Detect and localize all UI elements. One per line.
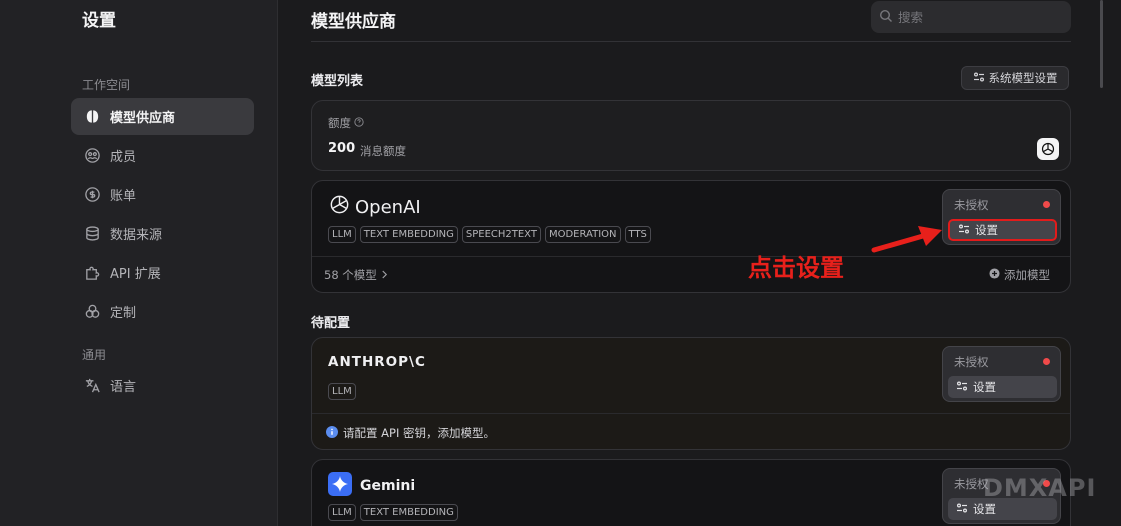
sidebar-item-model-providers[interactable]: 模型供应商 <box>71 98 254 135</box>
config-note: 请配置 API 密钥，添加模型。 <box>326 425 495 441</box>
provider-card-anthropic: ANTHROP\C LLM 未授权 设置 请配置 API 密钥，添加模型。 <box>311 337 1071 450</box>
tag-list: LLM TEXT EMBEDDING SPEECH2TEXT MODERATIO… <box>328 226 651 243</box>
sidebar-item-label: 定制 <box>110 306 137 321</box>
quota-label: 额度 <box>328 115 364 131</box>
quota-label-text: 额度 <box>328 116 351 130</box>
status-dot <box>1043 201 1050 208</box>
search-box[interactable] <box>871 1 1071 33</box>
tag: SPEECH2TEXT <box>461 226 541 243</box>
anthropic-logo: ANTHROP\C <box>328 354 426 370</box>
config-note-text: 请配置 API 密钥，添加模型。 <box>343 426 496 440</box>
plus-circle-icon <box>989 268 1000 282</box>
pending-title: 待配置 <box>311 316 351 331</box>
auth-status-box: 未授权 设置 <box>942 346 1061 402</box>
auth-status-label: 未授权 <box>954 355 989 369</box>
settings-sliders-icon <box>958 223 970 238</box>
sidebar-item-api-extension[interactable]: API 扩展 <box>71 254 254 291</box>
settings-sliders-icon <box>956 502 968 517</box>
tag: TEXT EMBEDDING <box>359 226 458 243</box>
settings-sliders-icon <box>973 71 985 86</box>
sidebar-item-billing[interactable]: 账单 <box>71 176 254 213</box>
sidebar-item-customize[interactable]: 定制 <box>71 293 254 330</box>
system-model-settings-label: 系统模型设置 <box>988 71 1058 85</box>
system-model-settings-button[interactable]: 系统模型设置 <box>961 66 1069 90</box>
sidebar-item-label: 数据来源 <box>110 228 163 243</box>
billing-icon <box>83 186 101 204</box>
database-icon <box>83 225 101 243</box>
sidebar: 设置 工作空间 模型供应商 成员 账单 数据来源 API 扩展 定制 通用 语言 <box>0 0 278 526</box>
sidebar-item-language[interactable]: 语言 <box>71 367 254 404</box>
tag-list: LLM <box>328 383 356 400</box>
tag-list: LLM TEXT EMBEDDING <box>328 504 458 521</box>
info-icon <box>326 425 338 441</box>
tag: LLM <box>328 504 356 521</box>
openai-logo-icon <box>328 193 351 221</box>
settings-button-label: 设置 <box>973 502 996 516</box>
provider-name: OpenAI <box>328 193 421 221</box>
page-title: 模型供应商 <box>311 12 396 32</box>
provider-name-text: Gemini <box>360 478 416 494</box>
search-input[interactable] <box>898 9 1058 25</box>
quota-value: 200 <box>328 141 356 156</box>
quota-card: 额度 200 消息额度 <box>311 100 1071 171</box>
settings-button-label: 设置 <box>973 380 996 394</box>
settings-button[interactable]: 设置 <box>948 219 1057 241</box>
watermark: DMXAPI <box>983 474 1097 502</box>
puzzle-icon <box>83 264 101 282</box>
divider <box>312 256 1070 257</box>
divider <box>311 41 1071 42</box>
sidebar-title: 设置 <box>82 11 116 31</box>
gemini-logo-icon <box>328 472 352 500</box>
customize-icon <box>83 303 101 321</box>
provider-name: Gemini <box>328 472 415 500</box>
quota-unit: 消息额度 <box>360 144 406 158</box>
help-icon[interactable] <box>354 116 364 130</box>
sidebar-item-label: 模型供应商 <box>110 111 176 126</box>
settings-button[interactable]: 设置 <box>948 376 1057 398</box>
brain-icon <box>83 108 101 126</box>
status-dot <box>1043 358 1050 365</box>
sidebar-item-label: 成员 <box>110 150 137 165</box>
sidebar-item-label: 账单 <box>110 189 137 204</box>
divider <box>312 413 1070 414</box>
members-icon <box>83 147 101 165</box>
auth-status-label: 未授权 <box>954 198 989 212</box>
provider-card-gemini: Gemini LLM TEXT EMBEDDING 未授权 设置 <box>311 459 1071 526</box>
tag: TEXT EMBEDDING <box>359 504 458 521</box>
settings-sliders-icon <box>956 380 968 395</box>
add-model-button[interactable]: 添加模型 <box>989 267 1050 283</box>
provider-name-text: OpenAI <box>355 196 421 218</box>
tag: TTS <box>624 226 651 243</box>
auth-status-box: 未授权 设置 <box>942 189 1061 245</box>
main-content: 模型供应商 模型列表 系统模型设置 额度 200 消息额度 <box>279 0 1121 526</box>
model-list-title: 模型列表 <box>311 74 364 89</box>
openai-logo-icon <box>1037 138 1059 160</box>
translate-icon <box>83 377 101 395</box>
search-icon <box>879 8 893 27</box>
tag: MODERATION <box>544 226 621 243</box>
sidebar-item-members[interactable]: 成员 <box>71 137 254 174</box>
provider-name: ANTHROP\C <box>328 354 426 370</box>
tag: LLM <box>328 383 356 400</box>
add-model-label: 添加模型 <box>1004 268 1050 282</box>
tag: LLM <box>328 226 356 243</box>
provider-card-openai: OpenAI LLM TEXT EMBEDDING SPEECH2TEXT MO… <box>311 180 1071 293</box>
sidebar-group-general: 通用 <box>82 348 107 362</box>
annotation-arrow-icon <box>871 226 942 253</box>
settings-button-label: 设置 <box>975 223 998 237</box>
scrollbar[interactable] <box>1100 0 1103 88</box>
model-count-text: 58 个模型 <box>324 268 377 282</box>
model-count-link[interactable]: 58 个模型 <box>324 267 388 283</box>
sidebar-item-data-sources[interactable]: 数据来源 <box>71 215 254 252</box>
annotation-text: 点击设置 <box>748 254 844 282</box>
chevron-right-icon <box>381 268 388 282</box>
sidebar-group-workspace: 工作空间 <box>82 78 131 92</box>
sidebar-item-label: API 扩展 <box>110 267 161 282</box>
sidebar-item-label: 语言 <box>110 380 137 395</box>
